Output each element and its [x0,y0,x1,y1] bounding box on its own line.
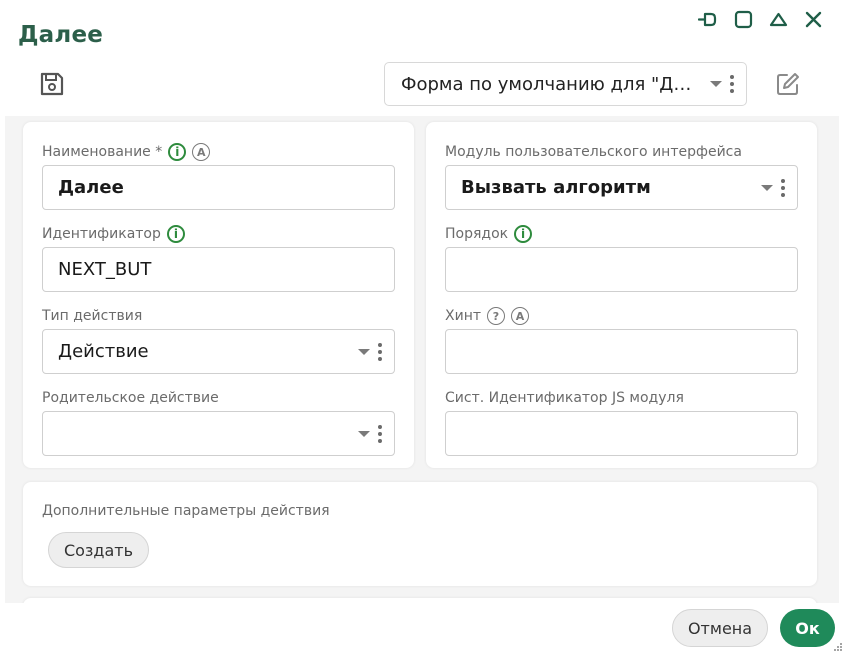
id-field-value: NEXT_BUT [58,259,152,280]
create-button[interactable]: Создать [48,532,149,568]
collapse-icon[interactable] [768,9,789,30]
more-icon[interactable] [781,178,785,197]
parent-label: Родительское действие [42,390,219,406]
info-icon[interactable]: i [168,143,187,161]
hint-field[interactable] [445,329,798,374]
id-field[interactable]: NEXT_BUT [42,247,395,292]
id-label: Идентификатор i [42,225,185,243]
more-icon[interactable] [378,342,382,361]
type-label: Тип действия [42,308,143,324]
save-icon [40,72,64,96]
chevron-down-icon[interactable] [358,430,370,437]
order-field[interactable] [445,247,798,292]
close-icon[interactable] [803,9,824,30]
help-icon[interactable]: ? [487,307,505,325]
form-select-value: Форма по умолчанию для "Действие" [401,73,701,95]
info-icon[interactable]: i [166,225,185,243]
module-label: Модуль пользовательского интерфейса [445,144,742,160]
more-icon[interactable] [378,424,382,443]
js-field[interactable] [445,411,798,456]
maximize-icon[interactable] [733,9,754,30]
parent-select[interactable] [42,411,395,456]
extra-card [23,482,817,586]
more-icon[interactable] [730,75,734,93]
js-label: Сист. Идентификатор JS модуля [445,390,684,406]
type-select-value: Действие [58,341,149,362]
order-label: Порядок i [445,225,533,243]
ok-button[interactable]: Ок [780,609,835,647]
name-label: Наименование * i A [42,143,211,161]
type-select[interactable]: Действие [42,329,395,374]
info-icon[interactable]: i [514,225,533,243]
module-select[interactable]: Вызвать алгоритм [445,165,798,210]
chevron-down-icon[interactable] [710,81,722,87]
pin-icon[interactable] [698,9,719,30]
chevron-down-icon[interactable] [761,184,773,191]
resize-grip-icon[interactable] [833,642,843,652]
translate-icon[interactable]: A [511,307,529,325]
name-field[interactable]: Далее [42,165,395,210]
window-controls [698,9,824,30]
name-field-value: Далее [58,177,124,198]
cancel-button[interactable]: Отмена [672,609,768,647]
edit-button[interactable] [773,70,803,98]
form-select[interactable]: Форма по умолчанию для "Действие" [384,62,747,106]
extra-label: Дополнительные параметры действия [42,503,330,519]
chevron-down-icon[interactable] [358,348,370,355]
edit-icon [777,73,799,95]
save-button[interactable] [38,70,66,98]
hint-label: Хинт ? A [445,307,529,325]
module-select-value: Вызвать алгоритм [461,177,651,198]
translate-icon[interactable]: A [192,143,211,161]
window-title: Далее [18,22,104,48]
